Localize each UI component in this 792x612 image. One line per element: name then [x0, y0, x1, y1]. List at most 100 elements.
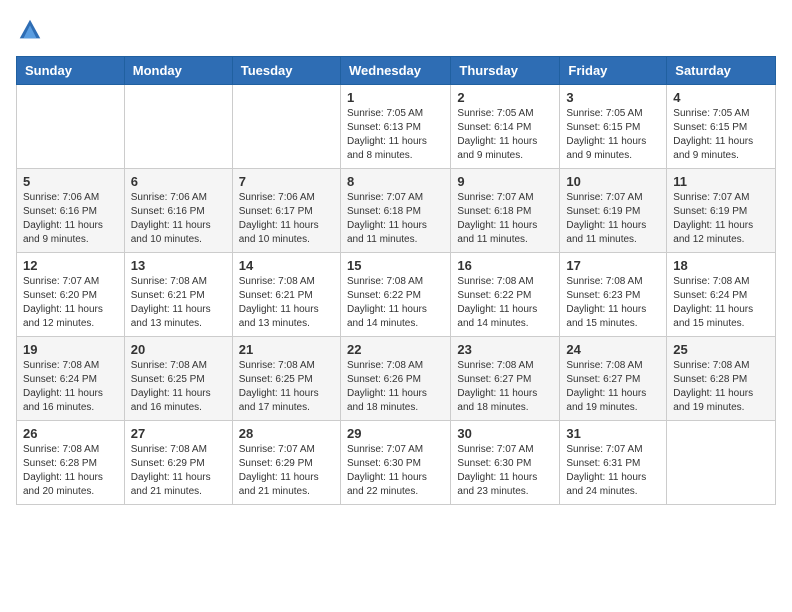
day-info: Sunrise: 7:08 AM Sunset: 6:23 PM Dayligh… — [566, 275, 660, 331]
day-number: 1 — [347, 90, 444, 105]
calendar-cell — [124, 85, 232, 169]
day-of-week-header: Tuesday — [232, 57, 340, 85]
day-of-week-header: Wednesday — [340, 57, 450, 85]
calendar-cell — [232, 85, 340, 169]
day-info: Sunrise: 7:07 AM Sunset: 6:30 PM Dayligh… — [347, 443, 444, 499]
day-info: Sunrise: 7:08 AM Sunset: 6:22 PM Dayligh… — [457, 275, 553, 331]
calendar-cell: 24 Sunrise: 7:08 AM Sunset: 6:27 PM Dayli… — [560, 337, 667, 421]
calendar-cell: 29 Sunrise: 7:07 AM Sunset: 6:30 PM Dayli… — [340, 421, 450, 505]
calendar-cell: 18 Sunrise: 7:08 AM Sunset: 6:24 PM Dayli… — [667, 253, 776, 337]
day-info: Sunrise: 7:08 AM Sunset: 6:27 PM Dayligh… — [566, 359, 660, 415]
calendar-cell: 3 Sunrise: 7:05 AM Sunset: 6:15 PM Daylig… — [560, 85, 667, 169]
logo-icon — [16, 16, 44, 44]
calendar-cell: 4 Sunrise: 7:05 AM Sunset: 6:15 PM Daylig… — [667, 85, 776, 169]
day-number: 18 — [673, 258, 769, 273]
day-number: 19 — [23, 342, 118, 357]
day-of-week-header: Thursday — [451, 57, 560, 85]
calendar-cell: 6 Sunrise: 7:06 AM Sunset: 6:16 PM Daylig… — [124, 169, 232, 253]
day-number: 2 — [457, 90, 553, 105]
day-info: Sunrise: 7:08 AM Sunset: 6:21 PM Dayligh… — [239, 275, 334, 331]
calendar-cell: 1 Sunrise: 7:05 AM Sunset: 6:13 PM Daylig… — [340, 85, 450, 169]
day-number: 16 — [457, 258, 553, 273]
day-info: Sunrise: 7:05 AM Sunset: 6:14 PM Dayligh… — [457, 107, 553, 163]
calendar-cell: 28 Sunrise: 7:07 AM Sunset: 6:29 PM Dayli… — [232, 421, 340, 505]
calendar-cell: 25 Sunrise: 7:08 AM Sunset: 6:28 PM Dayli… — [667, 337, 776, 421]
day-number: 10 — [566, 174, 660, 189]
calendar-week-row: 5 Sunrise: 7:06 AM Sunset: 6:16 PM Daylig… — [17, 169, 776, 253]
day-of-week-header: Monday — [124, 57, 232, 85]
day-info: Sunrise: 7:06 AM Sunset: 6:16 PM Dayligh… — [131, 191, 226, 247]
day-number: 13 — [131, 258, 226, 273]
calendar-week-row: 1 Sunrise: 7:05 AM Sunset: 6:13 PM Daylig… — [17, 85, 776, 169]
day-info: Sunrise: 7:08 AM Sunset: 6:25 PM Dayligh… — [131, 359, 226, 415]
calendar-cell: 16 Sunrise: 7:08 AM Sunset: 6:22 PM Dayli… — [451, 253, 560, 337]
day-number: 11 — [673, 174, 769, 189]
day-number: 24 — [566, 342, 660, 357]
calendar-cell: 31 Sunrise: 7:07 AM Sunset: 6:31 PM Dayli… — [560, 421, 667, 505]
day-info: Sunrise: 7:06 AM Sunset: 6:17 PM Dayligh… — [239, 191, 334, 247]
calendar-week-row: 19 Sunrise: 7:08 AM Sunset: 6:24 PM Dayli… — [17, 337, 776, 421]
day-info: Sunrise: 7:08 AM Sunset: 6:21 PM Dayligh… — [131, 275, 226, 331]
day-number: 6 — [131, 174, 226, 189]
calendar-cell: 7 Sunrise: 7:06 AM Sunset: 6:17 PM Daylig… — [232, 169, 340, 253]
day-info: Sunrise: 7:07 AM Sunset: 6:20 PM Dayligh… — [23, 275, 118, 331]
day-of-week-header: Saturday — [667, 57, 776, 85]
day-number: 15 — [347, 258, 444, 273]
day-number: 4 — [673, 90, 769, 105]
page-header — [16, 16, 776, 44]
calendar-cell: 23 Sunrise: 7:08 AM Sunset: 6:27 PM Dayli… — [451, 337, 560, 421]
day-number: 31 — [566, 426, 660, 441]
calendar-cell: 26 Sunrise: 7:08 AM Sunset: 6:28 PM Dayli… — [17, 421, 125, 505]
day-number: 22 — [347, 342, 444, 357]
day-of-week-header: Sunday — [17, 57, 125, 85]
day-info: Sunrise: 7:07 AM Sunset: 6:19 PM Dayligh… — [673, 191, 769, 247]
calendar-header-row: SundayMondayTuesdayWednesdayThursdayFrid… — [17, 57, 776, 85]
calendar-cell — [17, 85, 125, 169]
day-info: Sunrise: 7:08 AM Sunset: 6:28 PM Dayligh… — [673, 359, 769, 415]
calendar-cell: 30Sunrise: 7:07 AM Sunset: 6:30 PM Dayli… — [451, 421, 560, 505]
calendar-cell: 12 Sunrise: 7:07 AM Sunset: 6:20 PM Dayli… — [17, 253, 125, 337]
day-info: Sunrise: 7:08 AM Sunset: 6:28 PM Dayligh… — [23, 443, 118, 499]
day-number: 26 — [23, 426, 118, 441]
calendar-cell: 20 Sunrise: 7:08 AM Sunset: 6:25 PM Dayli… — [124, 337, 232, 421]
calendar-cell: 11 Sunrise: 7:07 AM Sunset: 6:19 PM Dayli… — [667, 169, 776, 253]
logo — [16, 16, 48, 44]
day-info: Sunrise: 7:07 AM Sunset: 6:30 PM Dayligh… — [457, 443, 553, 499]
day-number: 28 — [239, 426, 334, 441]
day-info: Sunrise: 7:07 AM Sunset: 6:31 PM Dayligh… — [566, 443, 660, 499]
day-info: Sunrise: 7:06 AM Sunset: 6:16 PM Dayligh… — [23, 191, 118, 247]
calendar-week-row: 26 Sunrise: 7:08 AM Sunset: 6:28 PM Dayli… — [17, 421, 776, 505]
day-info: Sunrise: 7:05 AM Sunset: 6:13 PM Dayligh… — [347, 107, 444, 163]
calendar-cell: 19 Sunrise: 7:08 AM Sunset: 6:24 PM Dayli… — [17, 337, 125, 421]
day-number: 29 — [347, 426, 444, 441]
day-info: Sunrise: 7:08 AM Sunset: 6:26 PM Dayligh… — [347, 359, 444, 415]
day-info: Sunrise: 7:08 AM Sunset: 6:29 PM Dayligh… — [131, 443, 226, 499]
day-number: 12 — [23, 258, 118, 273]
day-info: Sunrise: 7:07 AM Sunset: 6:29 PM Dayligh… — [239, 443, 334, 499]
day-number: 7 — [239, 174, 334, 189]
day-number: 14 — [239, 258, 334, 273]
day-number: 3 — [566, 90, 660, 105]
day-info: Sunrise: 7:07 AM Sunset: 6:18 PM Dayligh… — [347, 191, 444, 247]
day-info: Sunrise: 7:08 AM Sunset: 6:24 PM Dayligh… — [673, 275, 769, 331]
calendar-cell: 5 Sunrise: 7:06 AM Sunset: 6:16 PM Daylig… — [17, 169, 125, 253]
day-info: Sunrise: 7:08 AM Sunset: 6:27 PM Dayligh… — [457, 359, 553, 415]
day-number: 23 — [457, 342, 553, 357]
calendar-cell: 13 Sunrise: 7:08 AM Sunset: 6:21 PM Dayli… — [124, 253, 232, 337]
day-number: 27 — [131, 426, 226, 441]
day-info: Sunrise: 7:05 AM Sunset: 6:15 PM Dayligh… — [673, 107, 769, 163]
day-of-week-header: Friday — [560, 57, 667, 85]
calendar-cell: 15 Sunrise: 7:08 AM Sunset: 6:22 PM Dayli… — [340, 253, 450, 337]
day-number: 5 — [23, 174, 118, 189]
day-info: Sunrise: 7:08 AM Sunset: 6:22 PM Dayligh… — [347, 275, 444, 331]
day-info: Sunrise: 7:07 AM Sunset: 6:19 PM Dayligh… — [566, 191, 660, 247]
day-info: Sunrise: 7:08 AM Sunset: 6:24 PM Dayligh… — [23, 359, 118, 415]
day-number: 25 — [673, 342, 769, 357]
day-info: Sunrise: 7:05 AM Sunset: 6:15 PM Dayligh… — [566, 107, 660, 163]
calendar-cell: 17Sunrise: 7:08 AM Sunset: 6:23 PM Dayli… — [560, 253, 667, 337]
calendar-table: SundayMondayTuesdayWednesdayThursdayFrid… — [16, 56, 776, 505]
calendar-cell: 9Sunrise: 7:07 AM Sunset: 6:18 PM Daylig… — [451, 169, 560, 253]
day-info: Sunrise: 7:08 AM Sunset: 6:25 PM Dayligh… — [239, 359, 334, 415]
calendar-week-row: 12 Sunrise: 7:07 AM Sunset: 6:20 PM Dayli… — [17, 253, 776, 337]
day-number: 20 — [131, 342, 226, 357]
